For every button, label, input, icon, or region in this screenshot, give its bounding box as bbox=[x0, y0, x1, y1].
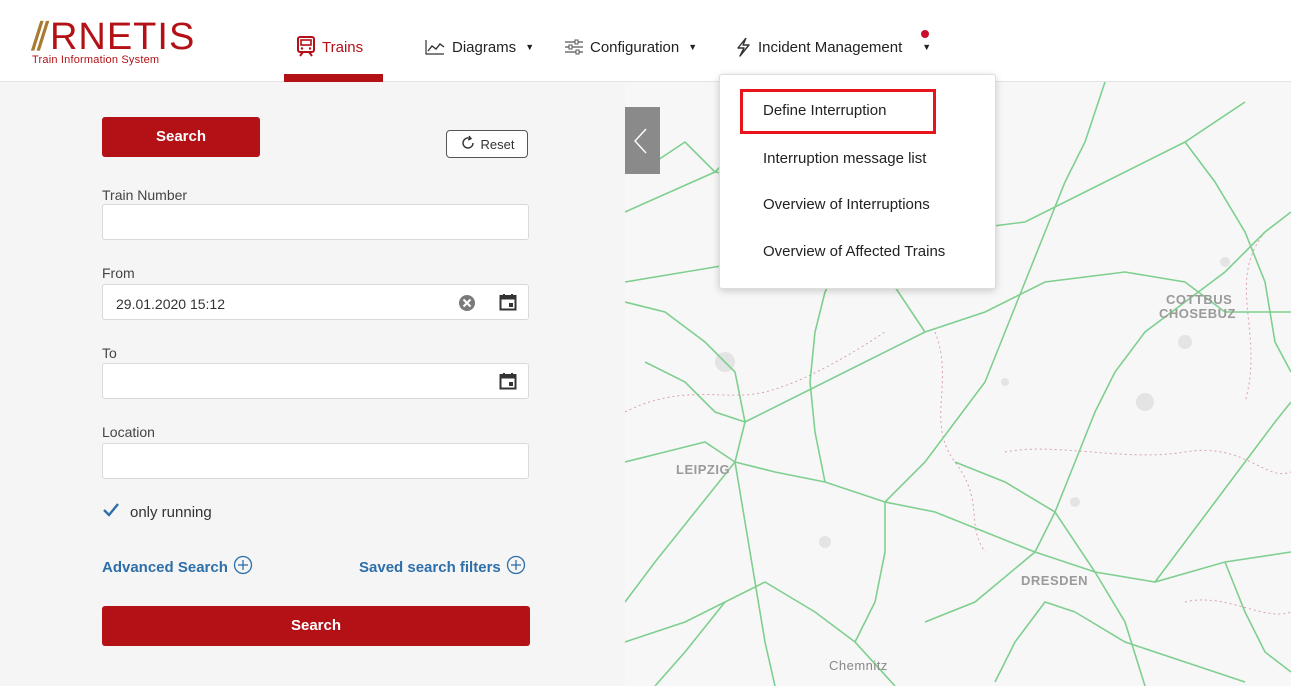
map-label-cottbus: COTTBUS bbox=[1166, 292, 1233, 307]
arnetis-logo[interactable]: ⫽RNETIS Train Information System bbox=[32, 18, 195, 66]
nav-diagrams-label: Diagrams bbox=[452, 38, 517, 56]
map-label-chemnitz: Chemnitz bbox=[829, 658, 888, 673]
nav-incident-label: Incident Management bbox=[758, 38, 903, 56]
location-label: Location bbox=[102, 424, 155, 440]
saved-search-filters-link[interactable]: Saved search filters bbox=[359, 555, 526, 579]
line-chart-icon bbox=[424, 38, 446, 56]
train-icon bbox=[296, 36, 316, 58]
location-input[interactable] bbox=[102, 443, 529, 479]
border-lines bbox=[625, 231, 1291, 615]
from-value: 29.01.2020 15:12 bbox=[116, 296, 225, 312]
plus-circle-icon bbox=[506, 555, 526, 579]
nav-configuration[interactable]: Configuration ▼ bbox=[564, 36, 697, 58]
search-panel: Search Reset Train Number From 29.01.202… bbox=[0, 82, 625, 686]
search-button-top[interactable]: Search bbox=[102, 117, 260, 157]
logo-text: RNETIS bbox=[49, 16, 196, 58]
app-header: ⫽RNETIS Train Information System Trains … bbox=[0, 0, 1291, 82]
menu-item-define-interruption[interactable]: Define Interruption bbox=[763, 102, 886, 119]
map-label-chosebuz: CHOSEBUZ bbox=[1159, 306, 1236, 321]
clear-icon[interactable] bbox=[458, 294, 476, 315]
from-label: From bbox=[102, 265, 135, 281]
advanced-search-link[interactable]: Advanced Search bbox=[102, 555, 253, 579]
checkmark-icon bbox=[102, 502, 120, 522]
only-running-checkbox[interactable]: only running bbox=[102, 502, 212, 522]
lightning-icon bbox=[734, 37, 752, 57]
nav-diagrams[interactable]: Diagrams ▼ bbox=[424, 36, 534, 58]
plus-circle-icon bbox=[233, 555, 253, 579]
chevron-left-icon bbox=[625, 128, 660, 178]
to-label: To bbox=[102, 345, 117, 361]
map-label-dresden: DRESDEN bbox=[1021, 573, 1089, 588]
refresh-icon bbox=[460, 135, 476, 154]
advanced-search-label: Advanced Search bbox=[102, 558, 228, 576]
logo-wordmark: ⫽RNETIS bbox=[32, 18, 195, 56]
nav-trains[interactable]: Trains bbox=[296, 36, 363, 58]
sliders-icon bbox=[564, 39, 584, 55]
map-label-leipzig: LEIPZIG bbox=[676, 462, 731, 477]
only-running-label: only running bbox=[130, 503, 212, 521]
nav-incident-management[interactable]: Incident Management ▼ bbox=[734, 36, 931, 58]
caret-down-icon: ▼ bbox=[922, 42, 932, 52]
nav-trains-label: Trains bbox=[322, 38, 364, 56]
menu-item-overview-of-interruptions[interactable]: Overview of Interruptions bbox=[763, 196, 930, 213]
active-tab-indicator bbox=[284, 74, 383, 82]
incident-management-menu: Define Interruption Interruption message… bbox=[719, 74, 996, 289]
collapse-panel-button[interactable] bbox=[625, 107, 660, 174]
logo-mark: ⫽ bbox=[32, 16, 50, 58]
calendar-icon[interactable] bbox=[499, 293, 517, 314]
train-number-input[interactable] bbox=[102, 204, 529, 240]
notification-dot bbox=[921, 30, 929, 38]
train-number-label: Train Number bbox=[102, 187, 188, 203]
from-datetime-input[interactable]: 29.01.2020 15:12 bbox=[102, 284, 529, 320]
caret-down-icon: ▼ bbox=[688, 42, 698, 52]
search-button-bottom[interactable]: Search bbox=[102, 606, 530, 646]
nav-configuration-label: Configuration bbox=[590, 38, 680, 56]
menu-item-interruption-message-list[interactable]: Interruption message list bbox=[763, 150, 926, 167]
menu-item-overview-of-affected-trains[interactable]: Overview of Affected Trains bbox=[763, 243, 945, 260]
caret-down-icon: ▼ bbox=[525, 42, 535, 52]
calendar-icon[interactable] bbox=[499, 372, 517, 393]
reset-label: Reset bbox=[480, 136, 515, 152]
saved-filters-label: Saved search filters bbox=[359, 558, 501, 576]
reset-button[interactable]: Reset bbox=[446, 130, 528, 158]
map-terrain bbox=[715, 257, 1230, 548]
to-datetime-input[interactable] bbox=[102, 363, 529, 399]
